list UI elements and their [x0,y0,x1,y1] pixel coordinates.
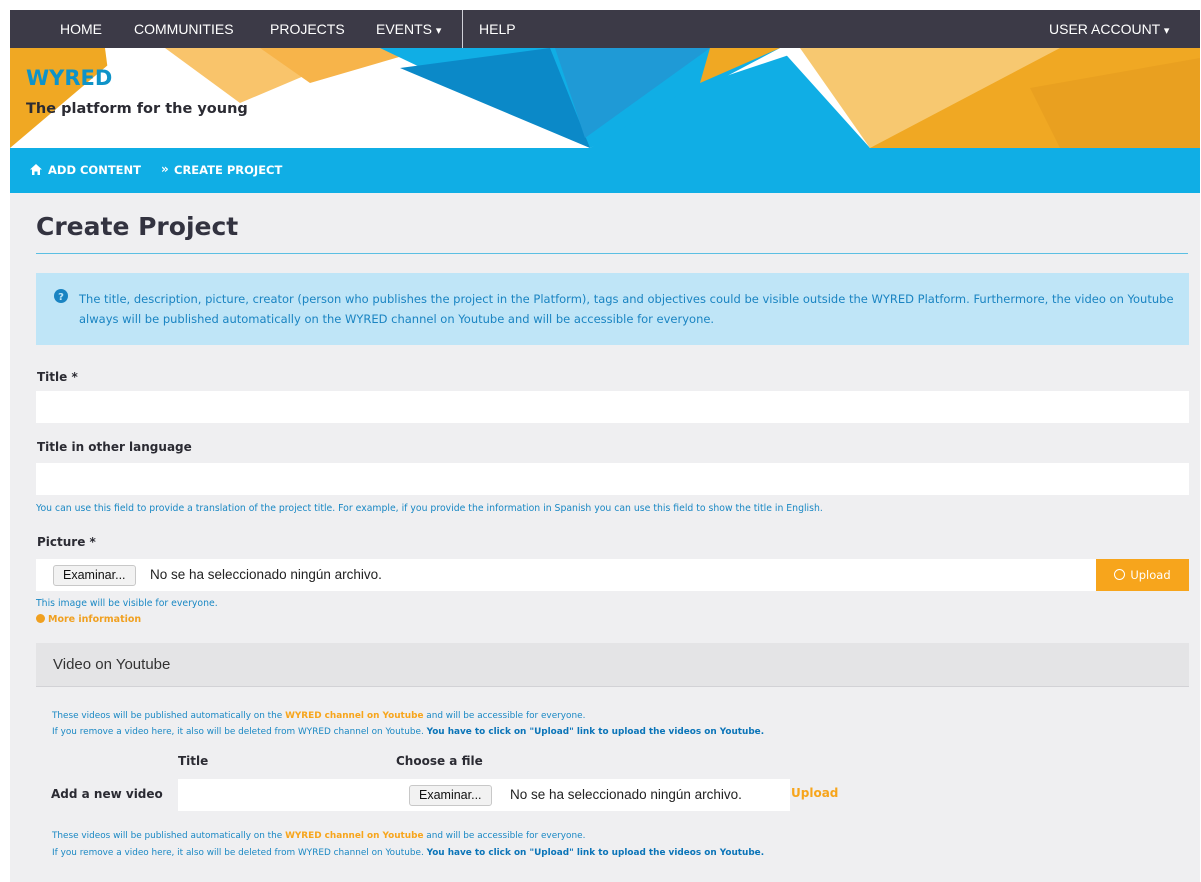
page-title: Create Project [36,212,239,241]
breadcrumb-add-content[interactable]: ADD CONTENT [48,163,141,177]
top-nav: HOME COMMUNITIES PROJECTS EVENTS ▾ HELP … [10,10,1200,48]
title-divider [36,253,1188,254]
breadcrumb-create-project: CREATE PROJECT [174,163,283,177]
video-file-input: Examinar... No se ha seleccionado ningún… [400,779,790,811]
title-input[interactable] [36,391,1189,423]
video-section-header: Video on Youtube [36,643,1189,687]
nav-user-account[interactable]: USER ACCOUNT ▾ [1049,10,1169,48]
video-file-status: No se ha seleccionado ningún archivo. [510,787,742,802]
video-upload-link[interactable]: Upload [791,786,838,800]
nav-user-account-label: USER ACCOUNT [1049,21,1160,37]
video-note-text: and will be accessible for everyone. [423,711,586,721]
add-new-video-label: Add a new video [51,787,163,801]
chevron-down-icon: ▾ [1163,25,1170,37]
nav-events[interactable]: EVENTS ▾ [376,10,441,48]
nav-communities[interactable]: COMMUNITIES [134,10,234,48]
picture-file-input: Examinar... No se ha seleccionado ningún… [36,559,1096,591]
video-note-line1-repeat: These videos will be published automatic… [52,831,585,841]
video-note-emphasis: You have to click on "Upload" link to up… [426,727,765,737]
more-information-label: More information [48,614,142,625]
wyred-channel-link[interactable]: WYRED channel on Youtube [285,711,423,721]
nav-help[interactable]: HELP [479,10,516,48]
picture-label: Picture * [37,535,96,549]
upload-circle-icon [1114,569,1126,580]
video-column-file: Choose a file [396,754,483,768]
video-note-text: These videos will be published automatic… [52,711,286,721]
video-note-line2-repeat: If you remove a video here, it also will… [52,848,764,858]
question-circle-icon [36,614,45,623]
picture-help: This image will be visible for everyone. [36,598,218,609]
nav-projects[interactable]: PROJECTS [270,10,345,48]
breadcrumb: ADD CONTENT » CREATE PROJECT [10,148,1200,193]
nav-events-label: EVENTS [376,21,433,37]
info-text: The title, description, picture, creator… [79,292,1174,326]
more-information-link[interactable]: More information [36,614,141,625]
video-note-text: If you remove a video here, it also will… [52,848,427,858]
title-other-language-help: You can use this field to provide a tran… [36,503,823,514]
question-circle-icon: ? [54,289,68,303]
title-label: Title * [37,370,78,384]
video-note-text: If you remove a video here, it also will… [52,727,427,737]
video-note-text: and will be accessible for everyone. [423,831,586,841]
home-icon[interactable] [30,164,42,175]
picture-file-status: No se ha seleccionado ningún archivo. [150,567,382,582]
video-browse-button[interactable]: Examinar... [409,785,492,806]
video-column-title: Title [178,754,209,768]
nav-divider [462,10,463,48]
picture-upload-label: Upload [1130,568,1171,582]
brand-title[interactable]: WYRED [26,66,112,90]
video-note-line2: If you remove a video here, it also will… [52,727,764,737]
video-note-text: These videos will be published automatic… [52,831,286,841]
title-other-language-label: Title in other language [37,440,192,454]
picture-upload-button[interactable]: Upload [1096,559,1189,591]
chevron-down-icon: ▾ [435,25,442,37]
svg-text:?: ? [58,292,64,303]
brand-subtitle: The platform for the young [26,101,248,117]
video-title-input[interactable] [178,779,400,811]
video-section-title: Video on Youtube [53,656,171,673]
picture-browse-button[interactable]: Examinar... [53,565,136,586]
breadcrumb-separator-icon: » [161,162,169,176]
banner-graphic [10,48,1200,148]
wyred-channel-link[interactable]: WYRED channel on Youtube [285,831,423,841]
title-other-language-input[interactable] [36,463,1189,495]
hero-banner: WYRED The platform for the young [10,48,1200,148]
video-note-emphasis: You have to click on "Upload" link to up… [426,848,765,858]
info-alert: ? The title, description, picture, creat… [36,273,1189,345]
nav-home[interactable]: HOME [60,10,102,48]
video-note-line1: These videos will be published automatic… [52,711,585,721]
